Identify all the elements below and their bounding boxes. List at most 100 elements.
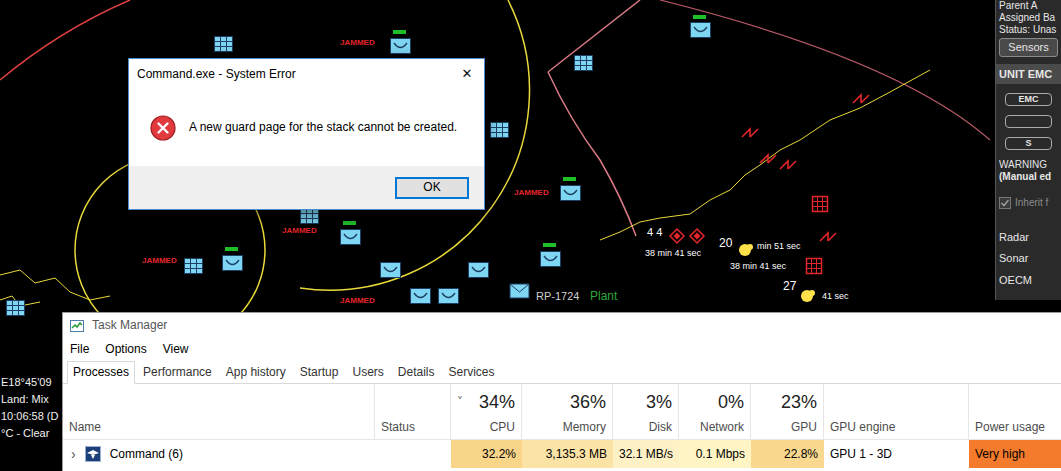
usage-total: 3% [646, 391, 672, 413]
usage-total: 34% [479, 391, 515, 413]
menu-item[interactable]: Options [103, 342, 148, 357]
usage-total: 23% [781, 391, 817, 413]
dialog-title: Command.exe - System Error [129, 67, 296, 82]
metric-cell: 3,135.3 MB [522, 440, 613, 468]
enemy-unit-icon[interactable] [780, 161, 796, 169]
friendly-unit-icon[interactable] [185, 259, 203, 274]
sensor-row: Sonar [999, 251, 1058, 265]
tab[interactable]: Details [392, 361, 441, 384]
friendly-unit-icon[interactable] [391, 30, 411, 54]
enemy-unit-icon[interactable] [853, 95, 869, 103]
map-label: 27 [783, 279, 796, 293]
contact-icon[interactable] [801, 290, 815, 302]
column-header[interactable]: 23% GPU [751, 384, 824, 439]
column-header[interactable]: ˅34%CPU [451, 384, 522, 439]
error-icon [150, 115, 176, 141]
enemy-unit-icon[interactable] [670, 229, 684, 243]
process-name: Command (6) [110, 447, 183, 462]
friendly-unit-icon[interactable] [301, 209, 319, 224]
coordinates: E18°45'09 [1, 374, 61, 391]
tab[interactable]: Processes [67, 361, 135, 384]
map-label: RP-1724 [536, 290, 579, 303]
map-label: 38 min 41 sec [645, 248, 701, 258]
map-label: JAMMED [282, 226, 317, 236]
column-label: Status [381, 420, 444, 434]
column-label: Memory [528, 420, 606, 434]
friendly-unit-icon[interactable] [411, 289, 431, 304]
friendly-unit-icon[interactable] [575, 56, 593, 71]
tab[interactable]: Users [346, 361, 389, 384]
emcon-button[interactable] [1005, 115, 1052, 128]
close-button[interactable]: ✕ [450, 59, 484, 89]
tab[interactable]: Performance [137, 361, 218, 384]
ok-button[interactable]: OK [395, 177, 469, 199]
tab[interactable]: Services [443, 361, 501, 384]
friendly-unit-icon[interactable] [223, 247, 243, 271]
column-label: Network [685, 420, 744, 434]
emcon-button[interactable]: S [1005, 137, 1052, 150]
enemy-unit-icon[interactable] [742, 129, 758, 137]
column-header[interactable]: Name [63, 384, 375, 439]
map-label: 4 4 [647, 226, 662, 239]
usage-total: 0% [718, 391, 744, 413]
column-header[interactable]: 3% Disk [613, 384, 679, 439]
friendly-unit-icon[interactable] [381, 263, 401, 278]
map-label: JAMMED [142, 256, 177, 266]
contact-icon[interactable] [739, 244, 753, 256]
tm-title-bar[interactable]: Task Manager [63, 313, 1061, 338]
enemy-unit-icon[interactable] [807, 259, 822, 274]
column-header[interactable]: GPU engine [824, 384, 969, 439]
friendly-unit-icon[interactable] [541, 243, 561, 267]
column-label: Disk [619, 420, 672, 434]
enemy-unit-icon[interactable] [820, 233, 836, 241]
tab[interactable]: App history [220, 361, 292, 384]
panel-line: Assigned Ba [999, 12, 1058, 24]
friendly-unit-icon[interactable] [215, 37, 233, 52]
friendly-unit-icon[interactable] [439, 289, 459, 304]
terrain: Land: Mix [1, 391, 61, 408]
dialog-message: A new guard page for the stack cannot be… [189, 120, 457, 135]
column-header[interactable]: Status [375, 384, 451, 439]
metric-cell: 22.8% [751, 440, 824, 468]
enemy-unit-icon[interactable] [813, 197, 828, 212]
process-name-cell: › Command (6) [63, 440, 375, 468]
menu-item[interactable]: File [68, 342, 91, 357]
inherit-checkbox-row[interactable]: Inherit f [999, 197, 1058, 209]
enemy-unit-icon[interactable] [760, 155, 776, 163]
metric-cell: 32.2% [451, 440, 522, 468]
check-icon [1000, 198, 1010, 208]
section-header: UNIT EMC [996, 64, 1061, 84]
panel-line: Status: Unas [999, 24, 1058, 36]
column-header[interactable]: 36% Memory [522, 384, 613, 439]
dialog-body: A new guard page for the stack cannot be… [129, 89, 484, 166]
friendly-unit-icon[interactable] [691, 15, 711, 38]
enemy-unit-icon[interactable] [690, 229, 704, 243]
menu-item[interactable]: View [161, 342, 191, 357]
column-header[interactable]: 0% Network [679, 384, 751, 439]
map-label: JAMMED [340, 296, 375, 306]
expand-chevron[interactable]: › [71, 446, 76, 462]
warning-text: WARNING [999, 159, 1058, 171]
column-label: GPU [757, 420, 817, 434]
friendly-unit-icon[interactable] [561, 177, 581, 201]
friendly-unit-icon[interactable] [7, 301, 25, 316]
process-row[interactable]: ›Command (6)32.2%3,135.3 MB32.1 MB/s0.1 … [63, 440, 1061, 468]
friendly-unit-icon[interactable] [510, 284, 529, 298]
task-manager-icon [69, 318, 85, 334]
dialog-title-bar[interactable]: Command.exe - System Error ✕ [129, 59, 484, 89]
tab[interactable]: Startup [294, 361, 345, 384]
map-label: 41 sec [822, 291, 849, 301]
column-header[interactable]: Power usage [969, 384, 1061, 439]
map-label: 20 [719, 236, 732, 250]
usage-total: 36% [570, 391, 606, 413]
warning-note: (Manual ed [999, 171, 1058, 183]
friendly-unit-icon[interactable] [491, 123, 509, 138]
sensors-button[interactable]: Sensors [999, 38, 1058, 57]
process-list: ›Command (6)32.2%3,135.3 MB32.1 MB/s0.1 … [63, 440, 1061, 468]
friendly-unit-icon[interactable] [469, 263, 489, 278]
friendly-unit-icon[interactable] [341, 221, 361, 245]
inherit-checkbox[interactable] [999, 197, 1011, 209]
emcon-button[interactable]: EMC [1005, 93, 1052, 106]
column-label: Name [69, 420, 368, 434]
map-label: JAMMED [340, 38, 375, 48]
